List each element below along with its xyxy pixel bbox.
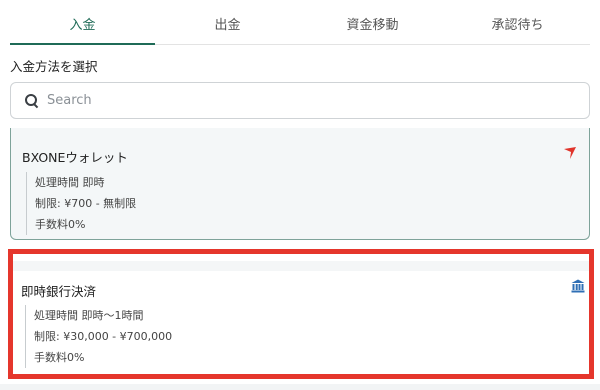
card-top-strip: [13, 261, 589, 271]
method-details: 処理時間 即時 制限: ¥700 - 無制限 手数料0%: [26, 172, 136, 235]
search-box[interactable]: [10, 82, 590, 119]
limit-text: 制限: ¥30,000 - ¥700,000: [34, 330, 173, 343]
limit-text: 制限: ¥700 - 無制限: [35, 197, 137, 210]
processing-time: 処理時間 即時: [35, 176, 105, 189]
tab-transfer[interactable]: 資金移動: [300, 0, 445, 44]
fee-text: 手数料0%: [34, 351, 85, 364]
fee-text: 手数料0%: [35, 218, 86, 231]
search-input[interactable]: [47, 93, 567, 108]
bxone-logo-icon: [564, 147, 576, 159]
processing-time: 処理時間 即時〜1時間: [34, 309, 144, 322]
method-details: 処理時間 即時〜1時間 制限: ¥30,000 - ¥700,000 手数料0%: [25, 305, 172, 368]
tab-pending-approval[interactable]: 承認待ち: [445, 0, 590, 44]
tab-bar: 入金 出金 資金移動 承認待ち: [10, 0, 590, 45]
tab-deposit[interactable]: 入金: [10, 0, 155, 45]
method-card-instant-bank[interactable]: 即時銀行決済 処理時間 即時〜1時間 制限: ¥30,000 - ¥700,00…: [13, 261, 589, 371]
bank-icon: [571, 279, 585, 293]
next-card-edge: [0, 384, 600, 390]
method-name: BXONEウォレット: [22, 150, 128, 165]
method-card-bxone-wallet[interactable]: BXONEウォレット 処理時間 即時 制限: ¥700 - 無制限 手数料0%: [10, 128, 590, 240]
tab-withdraw[interactable]: 出金: [155, 0, 300, 44]
search-icon: [25, 93, 39, 108]
method-name: 即時銀行決済: [21, 284, 97, 299]
section-title: 入金方法を選択: [10, 59, 98, 74]
